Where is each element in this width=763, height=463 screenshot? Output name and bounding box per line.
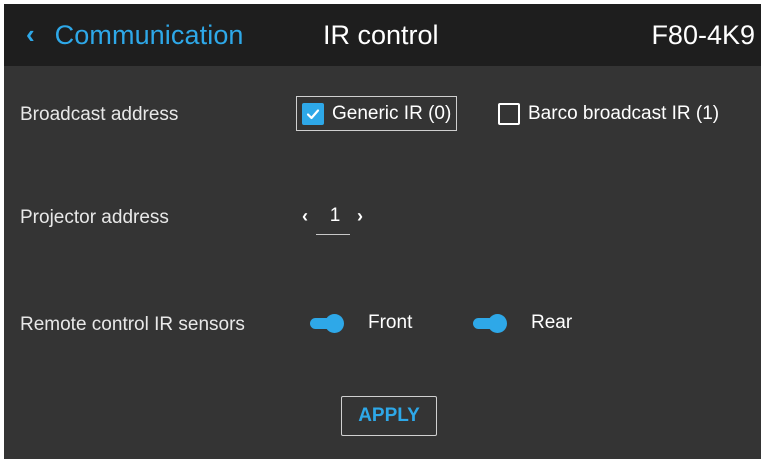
- front-sensor-label: Front: [368, 312, 413, 333]
- page-title: IR control: [323, 20, 439, 50]
- stepper-underline: [316, 234, 350, 235]
- back-button[interactable]: ‹ Communication: [4, 4, 244, 66]
- device-name: F80-4K9: [651, 20, 755, 50]
- generic-ir-label: Generic IR (0): [332, 102, 452, 124]
- front-sensor-toggle[interactable]: Front: [310, 312, 412, 334]
- increment-chevron-right-icon[interactable]: ›: [357, 206, 363, 227]
- projector-address-label: Projector address: [20, 207, 169, 228]
- decrement-chevron-left-icon[interactable]: ‹: [302, 206, 308, 227]
- breadcrumb: Communication: [54, 19, 244, 50]
- toggle-knob: [325, 313, 344, 333]
- toggle-on-icon: [473, 313, 507, 333]
- remote-control-ir-sensors-label: Remote control IR sensors: [20, 314, 245, 335]
- barco-broadcast-ir-label: Barco broadcast IR (1): [528, 103, 720, 124]
- generic-ir-checkbox[interactable]: Generic IR (0): [296, 96, 458, 131]
- rear-sensor-label: Rear: [531, 312, 573, 333]
- toggle-knob: [488, 313, 507, 333]
- checkbox-checked-icon: [302, 102, 324, 125]
- header-bar: ‹ Communication IR control F80-4K9: [4, 4, 761, 66]
- checkmark-icon: [306, 108, 320, 119]
- chevron-left-icon: ‹: [26, 19, 35, 49]
- checkbox-unchecked-icon: [498, 103, 520, 125]
- apply-button[interactable]: APPLY: [341, 396, 437, 436]
- rear-sensor-toggle[interactable]: Rear: [473, 312, 572, 334]
- toggle-on-icon: [310, 313, 344, 333]
- projector-address-stepper[interactable]: ‹ 1 ›: [300, 203, 366, 243]
- projector-address-value: 1: [329, 205, 341, 226]
- ir-control-screen: ‹ Communication IR control F80-4K9 Broad…: [4, 4, 761, 459]
- broadcast-address-label: Broadcast address: [20, 104, 179, 125]
- barco-broadcast-ir-checkbox[interactable]: Barco broadcast IR (1): [498, 103, 719, 125]
